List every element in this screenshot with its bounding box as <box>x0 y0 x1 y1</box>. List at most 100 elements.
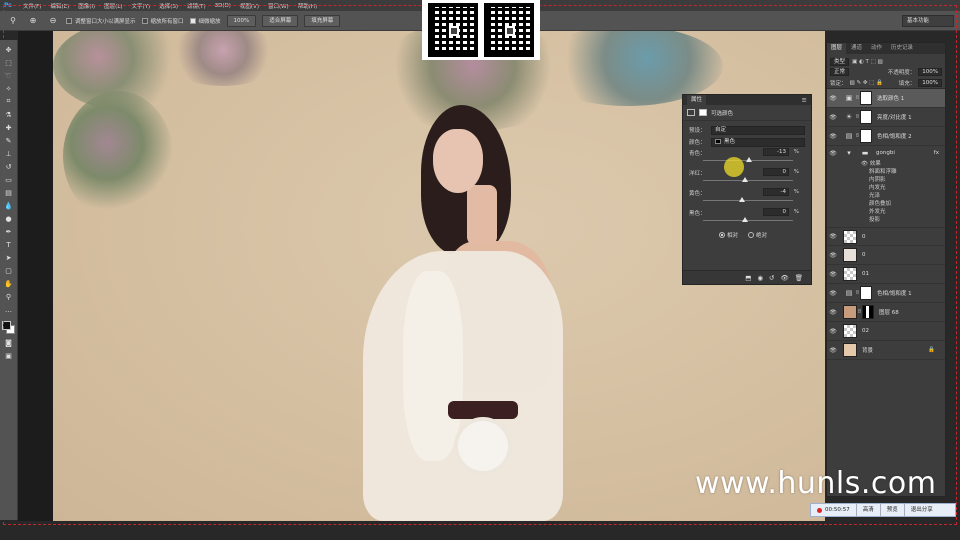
layer-thumbnail[interactable] <box>843 305 857 319</box>
color-swatches[interactable] <box>1 321 16 335</box>
more-tools-icon[interactable]: … <box>2 304 16 315</box>
layer-name[interactable]: 图层 68 <box>879 308 899 316</box>
type-tool-icon[interactable]: T <box>2 239 16 250</box>
move-tool-icon[interactable]: ✥ <box>2 44 16 55</box>
layer-row[interactable]: 👁 01 <box>827 265 945 284</box>
zoom-out-icon[interactable]: ⊖ <box>46 15 60 27</box>
menu-edit[interactable]: 编辑(E) <box>50 2 69 10</box>
scrubby-zoom-checkbox[interactable]: 细微缩放 <box>189 17 221 25</box>
slider-thumb[interactable] <box>739 197 745 202</box>
slider-track[interactable] <box>703 220 793 221</box>
expand-arrow-icon[interactable]: ▾ <box>843 148 855 158</box>
view-previous-icon[interactable]: ◉ <box>757 274 763 282</box>
cyan-input[interactable]: -13 <box>763 148 789 156</box>
path-select-icon[interactable]: ➤ <box>2 252 16 263</box>
properties-tab[interactable]: 属性 <box>687 95 707 105</box>
lasso-tool-icon[interactable]: ➰ <box>2 70 16 81</box>
menu-type[interactable]: 文字(Y) <box>132 2 151 10</box>
visibility-eye-icon[interactable]: 👁 <box>827 347 839 354</box>
lock-icons[interactable]: ▨ ✎ ✥ ⬚ 🔒 <box>850 80 883 86</box>
dodge-tool-icon[interactable]: ● <box>2 213 16 224</box>
layer-name[interactable]: 0 <box>862 234 866 240</box>
layer-thumbnail[interactable] <box>843 229 857 244</box>
zoom-tool-icon[interactable]: ⚲ <box>6 15 20 27</box>
layer-row[interactable]: 👁 ☀ 8 亮度/对比度 1 <box>827 108 945 127</box>
shape-tool-icon[interactable]: ▢ <box>2 265 16 276</box>
foreground-color[interactable] <box>1 321 11 330</box>
menu-image[interactable]: 图像(I) <box>78 2 95 10</box>
tab-actions[interactable]: 动作 <box>867 43 886 54</box>
menu-view[interactable]: 视图(V) <box>240 2 259 10</box>
layer-name[interactable]: 01 <box>862 271 869 277</box>
layer-row[interactable]: 👁 8 图层 68 <box>827 303 945 322</box>
colors-select[interactable]: 黑色 <box>711 137 805 147</box>
healing-brush-icon[interactable]: ✚ <box>2 122 16 133</box>
panel-menu-icon[interactable]: ≡ <box>802 96 807 104</box>
menu-help[interactable]: 帮助(H) <box>298 2 317 10</box>
visibility-eye-icon[interactable]: 👁 <box>827 290 839 297</box>
layer-name[interactable]: 0 <box>862 252 866 258</box>
layer-row[interactable]: 👁 背景 🔒 <box>827 341 945 360</box>
tab-layers[interactable]: 图层 <box>827 43 847 54</box>
layer-row[interactable]: 👁 ▤ 8 色相/饱和度 1 <box>827 284 945 303</box>
slider-thumb[interactable] <box>742 217 748 222</box>
layer-name[interactable]: gongbi <box>876 150 895 156</box>
layer-mask[interactable] <box>862 305 874 319</box>
effect-item[interactable]: 内阴影 <box>827 176 945 184</box>
preset-select[interactable]: 自定 <box>711 125 805 135</box>
effect-item[interactable]: 颜色叠加 <box>827 200 945 208</box>
magic-wand-icon[interactable]: ✧ <box>2 83 16 94</box>
layer-mask[interactable] <box>860 110 872 124</box>
effect-item[interactable]: 斜面和浮雕 <box>827 168 945 176</box>
layer-group-row[interactable]: 👁 ▾ ▬ gongbi fx <box>827 146 945 160</box>
fx-badge[interactable]: fx <box>934 150 939 156</box>
visibility-eye-icon[interactable]: 👁 <box>827 114 839 121</box>
trash-icon[interactable]: 🗑 <box>795 274 803 282</box>
fill-input[interactable]: 100% <box>918 78 942 87</box>
brush-tool-icon[interactable]: ✎ <box>2 135 16 146</box>
yellow-input[interactable]: -4 <box>763 188 789 196</box>
visibility-eye-icon[interactable]: 👁 <box>827 233 839 240</box>
filter-kind-select[interactable]: 类型 <box>830 58 850 66</box>
filter-icons[interactable]: ▣ ◐ T ⬚ ▨ <box>852 59 883 65</box>
fill-screen-button[interactable]: 填充屏幕 <box>304 14 341 27</box>
eye-small-icon[interactable]: 👁 <box>861 161 870 167</box>
reset-icon[interactable]: ↺ <box>769 274 774 282</box>
layer-row[interactable]: 👁 0 <box>827 227 945 246</box>
layer-name[interactable]: 背景 <box>862 346 873 354</box>
effects-header[interactable]: 👁 效果 <box>827 160 945 168</box>
menu-file[interactable]: 文件(F) <box>23 2 41 10</box>
black-input[interactable]: 0 <box>763 208 789 216</box>
zoom-in-icon[interactable]: ⊕ <box>26 15 40 27</box>
effect-item[interactable]: 投影 <box>827 216 945 224</box>
eyedropper-icon[interactable]: ⚗ <box>2 109 16 120</box>
blur-tool-icon[interactable]: 💧 <box>2 200 16 211</box>
quick-mask-icon[interactable]: ◙ <box>2 337 16 348</box>
layer-name[interactable]: 02 <box>862 328 869 334</box>
history-brush-icon[interactable]: ↺ <box>2 161 16 172</box>
layer-name[interactable]: 色相/饱和度 2 <box>877 132 912 140</box>
layer-name[interactable]: 选取颜色 1 <box>877 94 904 102</box>
visibility-eye-icon[interactable]: 👁 <box>827 328 839 335</box>
clip-to-layer-icon[interactable]: ⬒ <box>745 274 751 282</box>
layer-row[interactable]: 👁 0 <box>827 246 945 265</box>
pen-tool-icon[interactable]: ✒ <box>2 226 16 237</box>
visibility-eye-icon[interactable]: 👁 <box>827 271 839 278</box>
menu-filter[interactable]: 滤镜(T) <box>187 2 206 10</box>
zoom-100-button[interactable]: 100% <box>226 14 257 27</box>
visibility-eye-icon[interactable]: 👁 <box>827 309 839 316</box>
visibility-eye-icon[interactable]: 👁 <box>827 150 839 157</box>
marquee-tool-icon[interactable]: ⬚ <box>2 57 16 68</box>
gradient-tool-icon[interactable]: ▤ <box>2 187 16 198</box>
adjustment-icon[interactable] <box>687 109 695 116</box>
hand-tool-icon[interactable]: ✋ <box>2 278 16 289</box>
zoom-all-checkbox[interactable]: 缩放所有窗口 <box>141 17 184 25</box>
layer-thumbnail[interactable] <box>843 267 857 281</box>
crop-tool-icon[interactable]: ⌗ <box>2 96 16 107</box>
effect-item[interactable]: 外发光 <box>827 208 945 216</box>
slider-track[interactable] <box>703 200 793 201</box>
menu-3d[interactable]: 3D(D) <box>215 3 231 9</box>
exit-share-button[interactable]: 退出分享 <box>905 504 939 516</box>
layer-row[interactable]: 👁 02 <box>827 322 945 341</box>
slider-thumb[interactable] <box>742 177 748 182</box>
